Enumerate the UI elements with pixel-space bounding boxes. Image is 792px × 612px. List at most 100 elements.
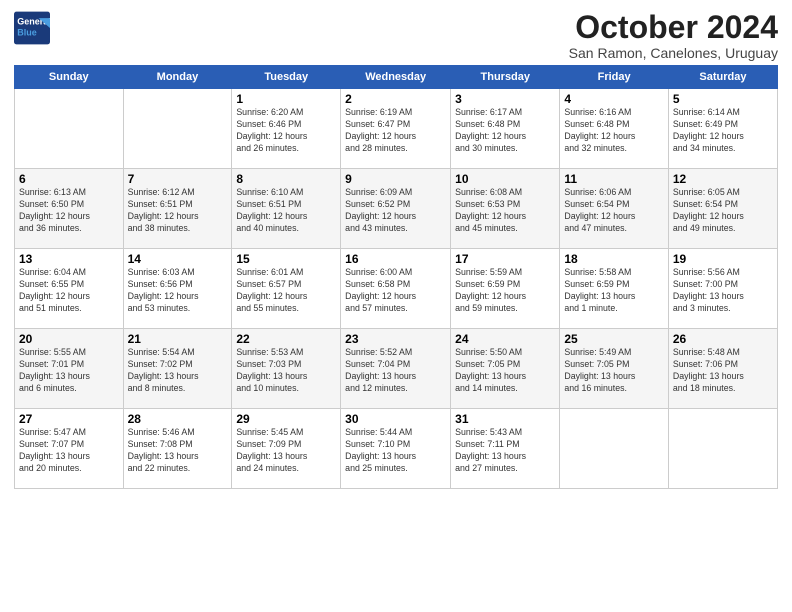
calendar-week-5: 27Sunrise: 5:47 AM Sunset: 7:07 PM Dayli… bbox=[15, 409, 778, 489]
day-number: 1 bbox=[236, 92, 336, 106]
calendar-cell: 20Sunrise: 5:55 AM Sunset: 7:01 PM Dayli… bbox=[15, 329, 124, 409]
calendar-cell: 10Sunrise: 6:08 AM Sunset: 6:53 PM Dayli… bbox=[451, 169, 560, 249]
day-number: 31 bbox=[455, 412, 555, 426]
day-number: 28 bbox=[128, 412, 228, 426]
calendar-cell: 16Sunrise: 6:00 AM Sunset: 6:58 PM Dayli… bbox=[341, 249, 451, 329]
day-number: 19 bbox=[673, 252, 773, 266]
day-number: 3 bbox=[455, 92, 555, 106]
weekday-header-sunday: Sunday bbox=[15, 66, 124, 89]
cell-content: Sunrise: 6:10 AM Sunset: 6:51 PM Dayligh… bbox=[236, 187, 336, 235]
day-number: 23 bbox=[345, 332, 446, 346]
calendar-cell: 12Sunrise: 6:05 AM Sunset: 6:54 PM Dayli… bbox=[668, 169, 777, 249]
cell-content: Sunrise: 6:04 AM Sunset: 6:55 PM Dayligh… bbox=[19, 267, 119, 315]
day-number: 20 bbox=[19, 332, 119, 346]
day-number: 17 bbox=[455, 252, 555, 266]
day-number: 13 bbox=[19, 252, 119, 266]
calendar-cell: 11Sunrise: 6:06 AM Sunset: 6:54 PM Dayli… bbox=[560, 169, 669, 249]
cell-content: Sunrise: 5:44 AM Sunset: 7:10 PM Dayligh… bbox=[345, 427, 446, 475]
calendar-cell: 27Sunrise: 5:47 AM Sunset: 7:07 PM Dayli… bbox=[15, 409, 124, 489]
calendar-cell: 18Sunrise: 5:58 AM Sunset: 6:59 PM Dayli… bbox=[560, 249, 669, 329]
weekday-header-thursday: Thursday bbox=[451, 66, 560, 89]
cell-content: Sunrise: 5:56 AM Sunset: 7:00 PM Dayligh… bbox=[673, 267, 773, 315]
calendar-cell: 26Sunrise: 5:48 AM Sunset: 7:06 PM Dayli… bbox=[668, 329, 777, 409]
calendar-table: SundayMondayTuesdayWednesdayThursdayFrid… bbox=[14, 65, 778, 489]
calendar-cell: 29Sunrise: 5:45 AM Sunset: 7:09 PM Dayli… bbox=[232, 409, 341, 489]
day-number: 9 bbox=[345, 172, 446, 186]
calendar-cell: 8Sunrise: 6:10 AM Sunset: 6:51 PM Daylig… bbox=[232, 169, 341, 249]
weekday-header-wednesday: Wednesday bbox=[341, 66, 451, 89]
calendar-cell: 9Sunrise: 6:09 AM Sunset: 6:52 PM Daylig… bbox=[341, 169, 451, 249]
page: General Blue October 2024 San Ramon, Can… bbox=[0, 0, 792, 497]
calendar-cell: 2Sunrise: 6:19 AM Sunset: 6:47 PM Daylig… bbox=[341, 89, 451, 169]
day-number: 24 bbox=[455, 332, 555, 346]
cell-content: Sunrise: 5:52 AM Sunset: 7:04 PM Dayligh… bbox=[345, 347, 446, 395]
calendar-cell: 7Sunrise: 6:12 AM Sunset: 6:51 PM Daylig… bbox=[123, 169, 232, 249]
calendar-cell: 19Sunrise: 5:56 AM Sunset: 7:00 PM Dayli… bbox=[668, 249, 777, 329]
cell-content: Sunrise: 6:08 AM Sunset: 6:53 PM Dayligh… bbox=[455, 187, 555, 235]
day-number: 15 bbox=[236, 252, 336, 266]
cell-content: Sunrise: 6:05 AM Sunset: 6:54 PM Dayligh… bbox=[673, 187, 773, 235]
cell-content: Sunrise: 6:20 AM Sunset: 6:46 PM Dayligh… bbox=[236, 107, 336, 155]
calendar-cell: 30Sunrise: 5:44 AM Sunset: 7:10 PM Dayli… bbox=[341, 409, 451, 489]
cell-content: Sunrise: 6:00 AM Sunset: 6:58 PM Dayligh… bbox=[345, 267, 446, 315]
cell-content: Sunrise: 6:16 AM Sunset: 6:48 PM Dayligh… bbox=[564, 107, 664, 155]
cell-content: Sunrise: 5:53 AM Sunset: 7:03 PM Dayligh… bbox=[236, 347, 336, 395]
calendar-cell bbox=[15, 89, 124, 169]
calendar-cell: 22Sunrise: 5:53 AM Sunset: 7:03 PM Dayli… bbox=[232, 329, 341, 409]
day-number: 29 bbox=[236, 412, 336, 426]
calendar-cell: 24Sunrise: 5:50 AM Sunset: 7:05 PM Dayli… bbox=[451, 329, 560, 409]
calendar-cell: 21Sunrise: 5:54 AM Sunset: 7:02 PM Dayli… bbox=[123, 329, 232, 409]
day-number: 12 bbox=[673, 172, 773, 186]
cell-content: Sunrise: 5:58 AM Sunset: 6:59 PM Dayligh… bbox=[564, 267, 664, 315]
cell-content: Sunrise: 6:17 AM Sunset: 6:48 PM Dayligh… bbox=[455, 107, 555, 155]
calendar-cell bbox=[560, 409, 669, 489]
calendar-week-3: 13Sunrise: 6:04 AM Sunset: 6:55 PM Dayli… bbox=[15, 249, 778, 329]
month-title: October 2024 bbox=[569, 10, 778, 45]
day-number: 8 bbox=[236, 172, 336, 186]
calendar-cell: 15Sunrise: 6:01 AM Sunset: 6:57 PM Dayli… bbox=[232, 249, 341, 329]
calendar-cell: 5Sunrise: 6:14 AM Sunset: 6:49 PM Daylig… bbox=[668, 89, 777, 169]
svg-text:Blue: Blue bbox=[17, 27, 37, 37]
weekday-header-monday: Monday bbox=[123, 66, 232, 89]
cell-content: Sunrise: 5:50 AM Sunset: 7:05 PM Dayligh… bbox=[455, 347, 555, 395]
cell-content: Sunrise: 6:13 AM Sunset: 6:50 PM Dayligh… bbox=[19, 187, 119, 235]
location: San Ramon, Canelones, Uruguay bbox=[569, 45, 778, 61]
cell-content: Sunrise: 6:09 AM Sunset: 6:52 PM Dayligh… bbox=[345, 187, 446, 235]
cell-content: Sunrise: 5:55 AM Sunset: 7:01 PM Dayligh… bbox=[19, 347, 119, 395]
logo: General Blue bbox=[14, 10, 54, 46]
calendar-cell: 1Sunrise: 6:20 AM Sunset: 6:46 PM Daylig… bbox=[232, 89, 341, 169]
cell-content: Sunrise: 6:06 AM Sunset: 6:54 PM Dayligh… bbox=[564, 187, 664, 235]
day-number: 21 bbox=[128, 332, 228, 346]
calendar-cell: 31Sunrise: 5:43 AM Sunset: 7:11 PM Dayli… bbox=[451, 409, 560, 489]
calendar-week-4: 20Sunrise: 5:55 AM Sunset: 7:01 PM Dayli… bbox=[15, 329, 778, 409]
day-number: 26 bbox=[673, 332, 773, 346]
cell-content: Sunrise: 5:47 AM Sunset: 7:07 PM Dayligh… bbox=[19, 427, 119, 475]
weekday-header-saturday: Saturday bbox=[668, 66, 777, 89]
day-number: 10 bbox=[455, 172, 555, 186]
calendar-cell bbox=[123, 89, 232, 169]
day-number: 7 bbox=[128, 172, 228, 186]
calendar-week-1: 1Sunrise: 6:20 AM Sunset: 6:46 PM Daylig… bbox=[15, 89, 778, 169]
day-number: 2 bbox=[345, 92, 446, 106]
cell-content: Sunrise: 5:48 AM Sunset: 7:06 PM Dayligh… bbox=[673, 347, 773, 395]
logo-icon: General Blue bbox=[14, 10, 50, 46]
day-number: 6 bbox=[19, 172, 119, 186]
cell-content: Sunrise: 5:54 AM Sunset: 7:02 PM Dayligh… bbox=[128, 347, 228, 395]
calendar-cell: 23Sunrise: 5:52 AM Sunset: 7:04 PM Dayli… bbox=[341, 329, 451, 409]
calendar-cell: 25Sunrise: 5:49 AM Sunset: 7:05 PM Dayli… bbox=[560, 329, 669, 409]
calendar-cell: 4Sunrise: 6:16 AM Sunset: 6:48 PM Daylig… bbox=[560, 89, 669, 169]
day-number: 16 bbox=[345, 252, 446, 266]
day-number: 11 bbox=[564, 172, 664, 186]
cell-content: Sunrise: 6:14 AM Sunset: 6:49 PM Dayligh… bbox=[673, 107, 773, 155]
calendar-cell: 3Sunrise: 6:17 AM Sunset: 6:48 PM Daylig… bbox=[451, 89, 560, 169]
calendar-week-2: 6Sunrise: 6:13 AM Sunset: 6:50 PM Daylig… bbox=[15, 169, 778, 249]
day-number: 14 bbox=[128, 252, 228, 266]
calendar-cell: 28Sunrise: 5:46 AM Sunset: 7:08 PM Dayli… bbox=[123, 409, 232, 489]
cell-content: Sunrise: 6:19 AM Sunset: 6:47 PM Dayligh… bbox=[345, 107, 446, 155]
day-number: 4 bbox=[564, 92, 664, 106]
weekday-header-tuesday: Tuesday bbox=[232, 66, 341, 89]
day-number: 18 bbox=[564, 252, 664, 266]
day-number: 22 bbox=[236, 332, 336, 346]
day-number: 30 bbox=[345, 412, 446, 426]
weekday-header-friday: Friday bbox=[560, 66, 669, 89]
